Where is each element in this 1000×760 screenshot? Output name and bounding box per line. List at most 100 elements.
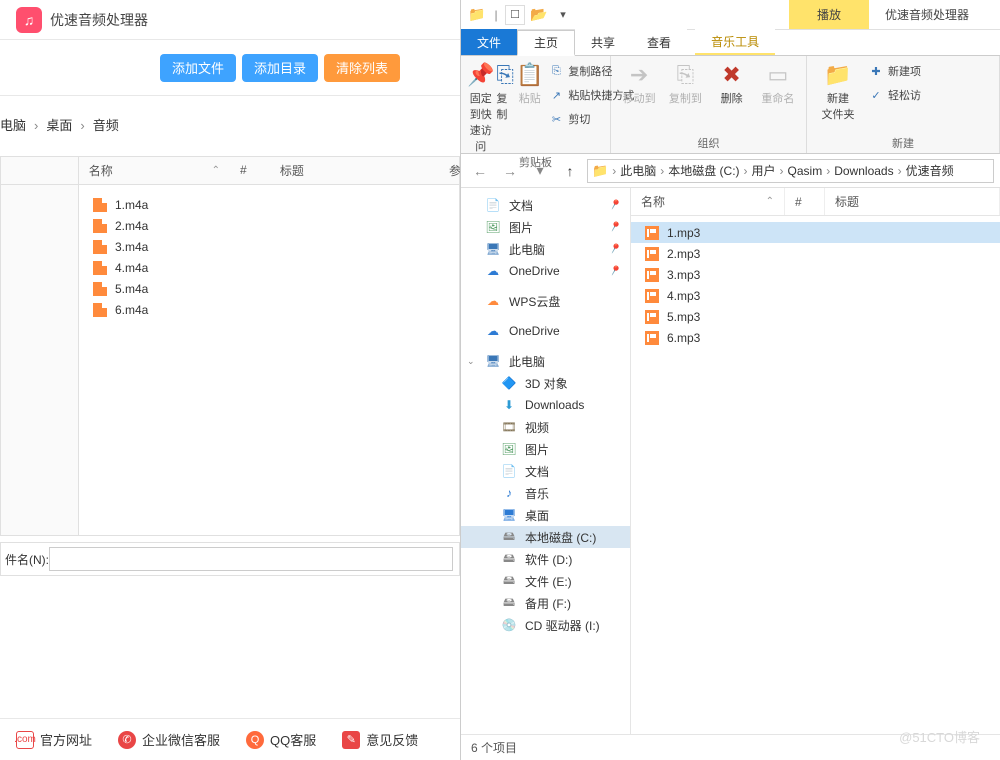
copy-button[interactable]: ⎘复制 <box>496 58 514 122</box>
address-bar[interactable]: 📁 › 此电脑› 本地磁盘 (C:)› 用户› Qasim› Downloads… <box>587 159 994 183</box>
cloud-icon: ☁ <box>485 264 501 278</box>
disk-icon: 🖴 <box>501 593 517 614</box>
list-header-part[interactable]: 参 <box>439 162 459 179</box>
file-name: 2.mp3 <box>667 247 700 261</box>
file-row[interactable]: 6.mp3 <box>631 327 1000 348</box>
rename-button[interactable]: ▭重命名 <box>756 58 800 106</box>
explorer-file-pane: 名称⌃ # 标题 1.mp3 2.mp3 3.mp34.mp35.mp3 6.mp3 <box>631 188 1000 734</box>
tree-item[interactable]: 🔷3D 对象 <box>461 372 630 394</box>
tree-label: 图片 <box>525 441 549 458</box>
tab-view[interactable]: 查看 <box>631 29 687 55</box>
audio-file-icon <box>93 261 107 275</box>
copy-to-icon: ⎘ <box>677 62 695 88</box>
dl-icon: ⬇ <box>501 398 517 412</box>
file-name: 6.m4a <box>115 303 148 317</box>
expand-icon[interactable]: ⌄ <box>467 356 475 367</box>
nav-recent-dropdown[interactable]: ▾ <box>527 159 553 183</box>
tree-item[interactable]: 💿CD 驱动器 (I:) <box>461 614 630 636</box>
context-tab-play[interactable]: 播放 <box>789 0 869 29</box>
tree-item[interactable]: 🖴本地磁盘 (C:) <box>461 526 630 548</box>
qq-support-link[interactable]: Q QQ客服 <box>246 730 316 749</box>
breadcrumb-item[interactable]: 音频 <box>93 96 119 156</box>
list-header-name[interactable]: 名称 ⌃ <box>79 162 230 179</box>
col-number[interactable]: # <box>785 188 825 215</box>
wechat-support-link[interactable]: ✆ 企业微信客服 <box>118 730 220 749</box>
paste-button[interactable]: 📋粘贴 <box>516 58 543 106</box>
col-title[interactable]: 标题 <box>825 188 1000 215</box>
tree-item[interactable]: 🖴备用 (F:) <box>461 592 630 614</box>
easy-access-button[interactable]: ✓轻松访 <box>865 84 925 106</box>
explorer-tree[interactable]: 📄文档📍🖼图片📍🖥此电脑📍☁OneDrive📍☁WPS云盘☁OneDrive⌄🖥… <box>461 188 631 734</box>
add-file-button[interactable]: 添加文件 <box>160 54 236 82</box>
nav-up-button[interactable]: ↑ <box>557 159 583 183</box>
delete-icon: ✖ <box>722 62 740 88</box>
official-site-link[interactable]: .com 官方网址 <box>16 730 92 749</box>
new-folder-button[interactable]: 📁新建 文件夹 <box>813 58 863 122</box>
explorer-nav-bar: ← → ▾ ↑ 📁 › 此电脑› 本地磁盘 (C:)› 用户› Qasim› D… <box>461 154 1000 188</box>
audio-file-icon <box>93 240 107 254</box>
list-item[interactable]: 6.m4a <box>79 300 459 321</box>
cloud-icon: ☁ <box>485 324 501 338</box>
breadcrumb-item[interactable]: 桌面 <box>46 96 72 156</box>
list-item[interactable]: 1.m4a <box>79 195 459 216</box>
tree-item[interactable]: 🖴软件 (D:) <box>461 548 630 570</box>
breadcrumb-item[interactable]: 电脑 <box>0 96 26 156</box>
delete-button[interactable]: ✖删除 <box>710 58 754 106</box>
audio-file-icon <box>93 303 107 317</box>
tree-item-this-pc[interactable]: ⌄🖥此电脑 <box>461 350 630 372</box>
nav-forward-button[interactable]: → <box>497 159 523 183</box>
file-row[interactable]: 4.mp3 <box>631 285 1000 306</box>
tree-item[interactable]: 🎞视频 <box>461 416 630 438</box>
tab-file[interactable]: 文件 <box>461 29 517 55</box>
tree-item[interactable]: 🖼图片 <box>461 438 630 460</box>
file-row[interactable]: 2.mp3 <box>631 243 1000 264</box>
new-item-button[interactable]: ✚新建项 <box>865 60 925 82</box>
move-to-button[interactable]: ➔移动到 <box>617 58 661 106</box>
file-row[interactable]: 1.mp3 <box>631 222 1000 243</box>
nav-back-button[interactable]: ← <box>467 159 493 183</box>
disk-icon: 🖴 <box>501 571 517 592</box>
feedback-link[interactable]: ✎ 意见反馈 <box>342 730 418 749</box>
tree-item[interactable]: ☁OneDrive <box>461 320 630 342</box>
file-name: 6.mp3 <box>667 331 700 345</box>
tree-label: Downloads <box>525 398 584 412</box>
copy-to-button[interactable]: ⎘复制到 <box>663 58 707 106</box>
clear-list-button[interactable]: 清除列表 <box>324 54 400 82</box>
tree-item[interactable]: 📄文档 <box>461 460 630 482</box>
list-item[interactable]: 4.m4a <box>79 258 459 279</box>
filename-label: 件名(N): <box>1 551 49 568</box>
pin-to-quick-access-button[interactable]: 📌固定到快 速访问 <box>467 58 494 154</box>
filename-input[interactable] <box>49 547 453 571</box>
col-name[interactable]: 名称⌃ <box>631 188 785 215</box>
tree-item[interactable]: ⬇ Downloads <box>461 394 630 416</box>
dropdown-icon[interactable]: ▾ <box>553 5 573 25</box>
list-item[interactable]: 5.m4a <box>79 279 459 300</box>
properties-icon[interactable]: ☐ <box>505 5 525 25</box>
open-folder-icon[interactable]: 📂 <box>529 5 549 25</box>
list-gutter <box>1 185 79 535</box>
list-header-title[interactable]: 标题 <box>270 162 439 179</box>
tree-item[interactable]: 🖼图片📍 <box>461 216 630 238</box>
tab-share[interactable]: 共享 <box>575 29 631 55</box>
list-item[interactable]: 3.m4a <box>79 237 459 258</box>
tree-item[interactable]: 📄文档📍 <box>461 194 630 216</box>
file-row[interactable]: 3.mp3 <box>631 264 1000 285</box>
file-name: 1.mp3 <box>667 226 700 240</box>
add-dir-button[interactable]: 添加目录 <box>242 54 318 82</box>
list-item[interactable]: 2.m4a <box>79 216 459 237</box>
desk-icon: 🖥 <box>501 508 517 522</box>
tab-home[interactable]: 主页 <box>517 30 575 56</box>
tree-item[interactable]: ☁WPS云盘 <box>461 290 630 312</box>
list-header-number[interactable]: # <box>230 163 270 177</box>
tree-item[interactable]: ♪音乐 <box>461 482 630 504</box>
folder-icon[interactable]: 📁 <box>467 5 487 25</box>
tree-item[interactable]: 🖴文件 (E:) <box>461 570 630 592</box>
tree-label: 此电脑 <box>509 353 545 370</box>
tab-music-tools[interactable]: 音乐工具 <box>695 29 775 55</box>
file-name: 1.m4a <box>115 198 148 212</box>
tree-item[interactable]: 🖥桌面 <box>461 504 630 526</box>
file-row[interactable]: 5.mp3 <box>631 306 1000 327</box>
list-header-gutter <box>1 157 79 184</box>
tree-item[interactable]: ☁OneDrive📍 <box>461 260 630 282</box>
tree-item[interactable]: 🖥此电脑📍 <box>461 238 630 260</box>
